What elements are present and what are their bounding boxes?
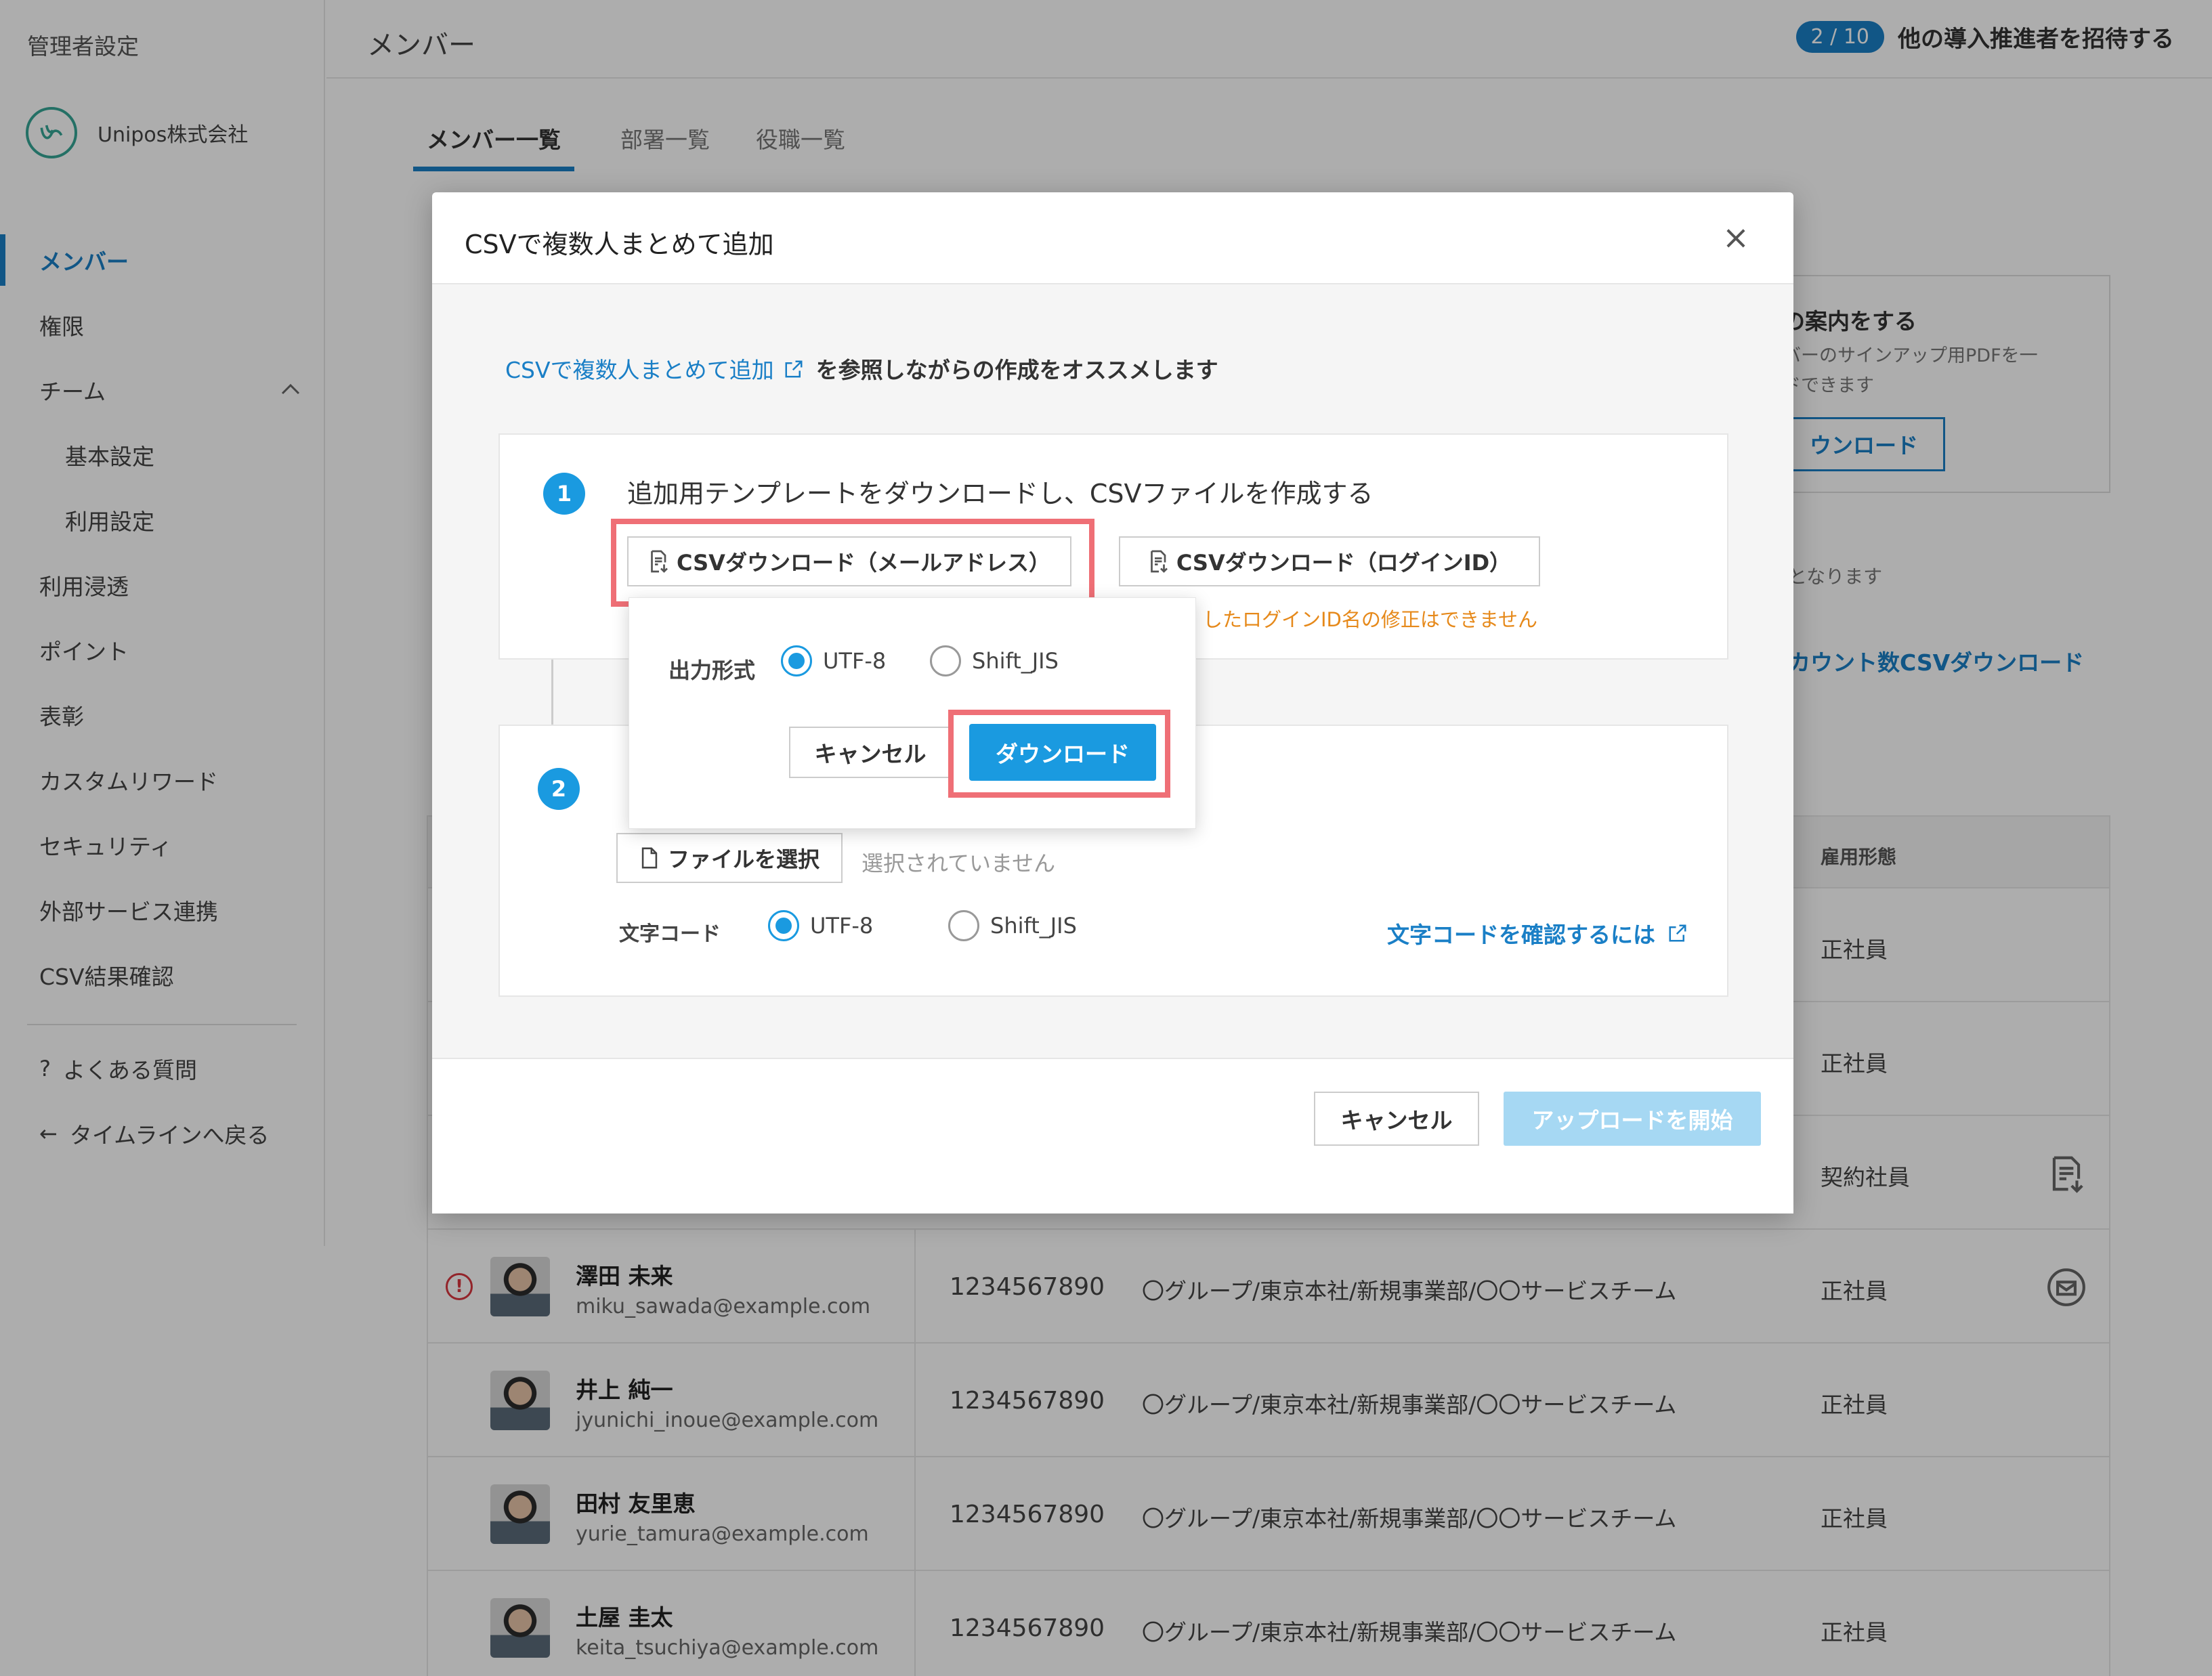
help-article-link[interactable]: CSVで複数人まとめて追加: [505, 352, 816, 385]
close-icon[interactable]: ×: [1716, 218, 1756, 257]
document-download-icon: [1150, 550, 1168, 573]
radio-dot: [930, 645, 961, 676]
output-format-label: 出力形式: [668, 658, 756, 683]
intro-rest: を参照しながらの作成をオススメします: [815, 357, 1218, 383]
file-icon: [641, 847, 658, 869]
radio-dot: [781, 645, 812, 676]
button-label: CSVダウンロード（メールアドレス）: [677, 550, 1050, 576]
document-download-icon: [651, 550, 668, 573]
step1-title: 追加用テンプレートをダウンロードし、CSVファイルを作成する: [627, 479, 1374, 509]
button-label: CSVダウンロード（ログインID）: [1176, 550, 1512, 576]
encoding-utf8-radio[interactable]: UTF-8: [768, 910, 873, 941]
format-sjis-radio[interactable]: Shift_JIS: [930, 645, 1059, 676]
cancel-button[interactable]: キャンセル: [1314, 1092, 1479, 1146]
modal-header: CSVで複数人まとめて追加 ×: [432, 192, 1793, 284]
encoding-help-link[interactable]: 文字コードを確認するには: [1387, 917, 1688, 949]
help-article-link-label: CSVで複数人まとめて追加: [505, 357, 774, 383]
highlight-box: [948, 710, 1170, 798]
radio-label: Shift_JIS: [990, 913, 1077, 939]
encoding-help-label: 文字コードを確認するには: [1387, 922, 1655, 948]
start-upload-button[interactable]: アップロードを開始: [1504, 1092, 1761, 1146]
button-label: ファイルを選択: [667, 846, 820, 872]
popover-cancel-button[interactable]: キャンセル: [789, 727, 952, 778]
step-number: 2: [538, 768, 580, 810]
radio-dot: [768, 910, 799, 941]
intro-text: CSVで複数人まとめて追加 を参照しながらの作成をオススメします: [505, 352, 1218, 385]
external-link-icon: [784, 358, 804, 379]
choose-file-button[interactable]: ファイルを選択: [616, 833, 843, 883]
modal-footer: キャンセル アップロードを開始: [432, 1058, 1793, 1213]
file-status: 選択されていません: [862, 851, 1056, 876]
radio-label: Shift_JIS: [972, 648, 1059, 674]
loginid-warning: したログインID名の修正はできません: [1203, 608, 1538, 631]
encoding-sjis-radio[interactable]: Shift_JIS: [948, 910, 1077, 941]
step-connector: [551, 660, 553, 725]
encoding-label: 文字コード: [619, 922, 721, 946]
csv-download-email-button[interactable]: CSVダウンロード（メールアドレス）: [627, 536, 1071, 586]
external-link-icon: [1669, 924, 1686, 942]
radio-label: UTF-8: [810, 913, 874, 939]
csv-download-loginid-button[interactable]: CSVダウンロード（ログインID）: [1119, 536, 1540, 586]
radio-dot: [948, 910, 979, 941]
radio-label: UTF-8: [823, 648, 887, 674]
modal-title: CSVで複数人まとめて追加: [465, 230, 774, 259]
step-number: 1: [543, 473, 585, 515]
format-utf8-radio[interactable]: UTF-8: [781, 645, 886, 676]
